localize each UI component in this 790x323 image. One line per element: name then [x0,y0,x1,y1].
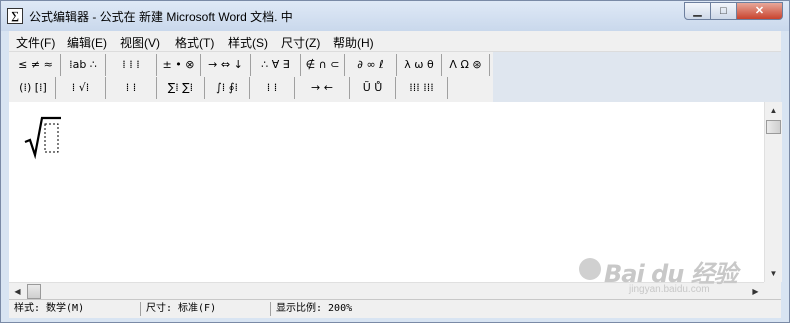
subscript-superscript-templates-button[interactable]: ⁞ ⁞ [106,77,157,99]
spaces-ellipses-button[interactable]: ⁞ab ∴ [61,54,106,76]
set-theory-symbols-button[interactable]: ∉ ∩ ⊂ [301,54,345,76]
watermark-sub: jingyan.baidu.com [629,284,710,295]
relational-symbols-button[interactable]: ≤ ≠ ≈ [11,54,61,76]
title-bar[interactable]: ∑ 公式编辑器 - 公式在 新建 Microsoft Word 文档. 中 ▁ … [1,1,789,31]
menu-style[interactable]: 样式(S) [228,34,268,51]
radical-template[interactable] [23,112,63,162]
equation-editor-window: ∑ 公式编辑器 - 公式在 新建 Microsoft Word 文档. 中 ▁ … [0,0,790,323]
close-button[interactable]: ✕ [736,2,783,20]
greek-uppercase-button[interactable]: Λ Ω ⊛ [442,54,490,76]
equation-toolbar: ≤ ≠ ≈ ⁞ab ∴ ⁞ ⁞ ⁞ ± • ⊗ → ⇔ ↓ ∴ ∀ ∃ ∉ ∩ … [9,52,781,102]
labeled-arrow-templates-button[interactable]: → ← [295,77,350,99]
embellishments-button[interactable]: ⁞ ⁞ ⁞ [106,54,157,76]
scroll-up-icon[interactable]: ▲ [765,102,782,119]
horizontal-scroll-thumb[interactable] [27,284,41,299]
vertical-scroll-thumb[interactable] [766,120,781,134]
radical-sign [24,116,61,160]
scroll-left-icon[interactable]: ◀ [9,283,26,300]
fence-templates-button[interactable]: (⁞) [⁞] [11,77,56,99]
palette-area: ≤ ≠ ≈ ⁞ab ∴ ⁞ ⁞ ⁞ ± • ⊗ → ⇔ ↓ ∴ ∀ ∃ ∉ ∩ … [9,52,493,102]
operator-symbols-button[interactable]: ± • ⊗ [157,54,201,76]
minimize-button[interactable]: ▁ [684,2,711,20]
greek-lowercase-button[interactable]: λ ω θ [397,54,442,76]
window-title: 公式编辑器 - 公式在 新建 Microsoft Word 文档. 中 [29,10,293,24]
menu-edit[interactable]: 编辑(E) [67,34,107,51]
fraction-radical-templates-button[interactable]: ⁞ √⁞ [56,77,106,99]
status-zoom: 显示比例: 200% [276,303,353,314]
misc-symbols-button[interactable]: ∂ ∞ ℓ [345,54,397,76]
maximize-button[interactable]: □ [710,2,737,20]
status-style: 样式: 数学(M) [11,302,141,316]
baidu-jingyan-watermark: Bai du 经验 jingyan.baidu.com [579,254,779,304]
baidu-paw-icon [579,258,601,280]
summation-templates-button[interactable]: ∑⁞ ∑⁞ [157,77,205,99]
menu-help[interactable]: 帮助(H) [333,34,374,51]
menu-format[interactable]: 格式(T) [175,34,214,51]
status-size: 尺寸: 标准(F) [143,302,271,316]
arrow-symbols-button[interactable]: → ⇔ ↓ [201,54,251,76]
radicand-placeholder[interactable] [44,123,59,153]
menu-size[interactable]: 尺寸(Z) [281,34,320,51]
menu-file[interactable]: 文件(F) [16,34,55,51]
app-icon[interactable]: ∑ [7,8,23,24]
underbar-overbar-templates-button[interactable]: ⁞ ⁞ [250,77,295,99]
products-set-templates-button[interactable]: Ũ Ů [350,77,396,99]
matrix-templates-button[interactable]: ⁞⁞⁞ ⁞⁞⁞ [396,77,448,99]
menu-bar: 文件(F) 编辑(E) 视图(V) 格式(T) 样式(S) 尺寸(Z) 帮助(H… [9,31,781,52]
logical-symbols-button[interactable]: ∴ ∀ ∃ [251,54,301,76]
integral-templates-button[interactable]: ∫⁞ ∮⁞ [205,77,250,99]
menu-view[interactable]: 视图(V) [120,34,160,51]
